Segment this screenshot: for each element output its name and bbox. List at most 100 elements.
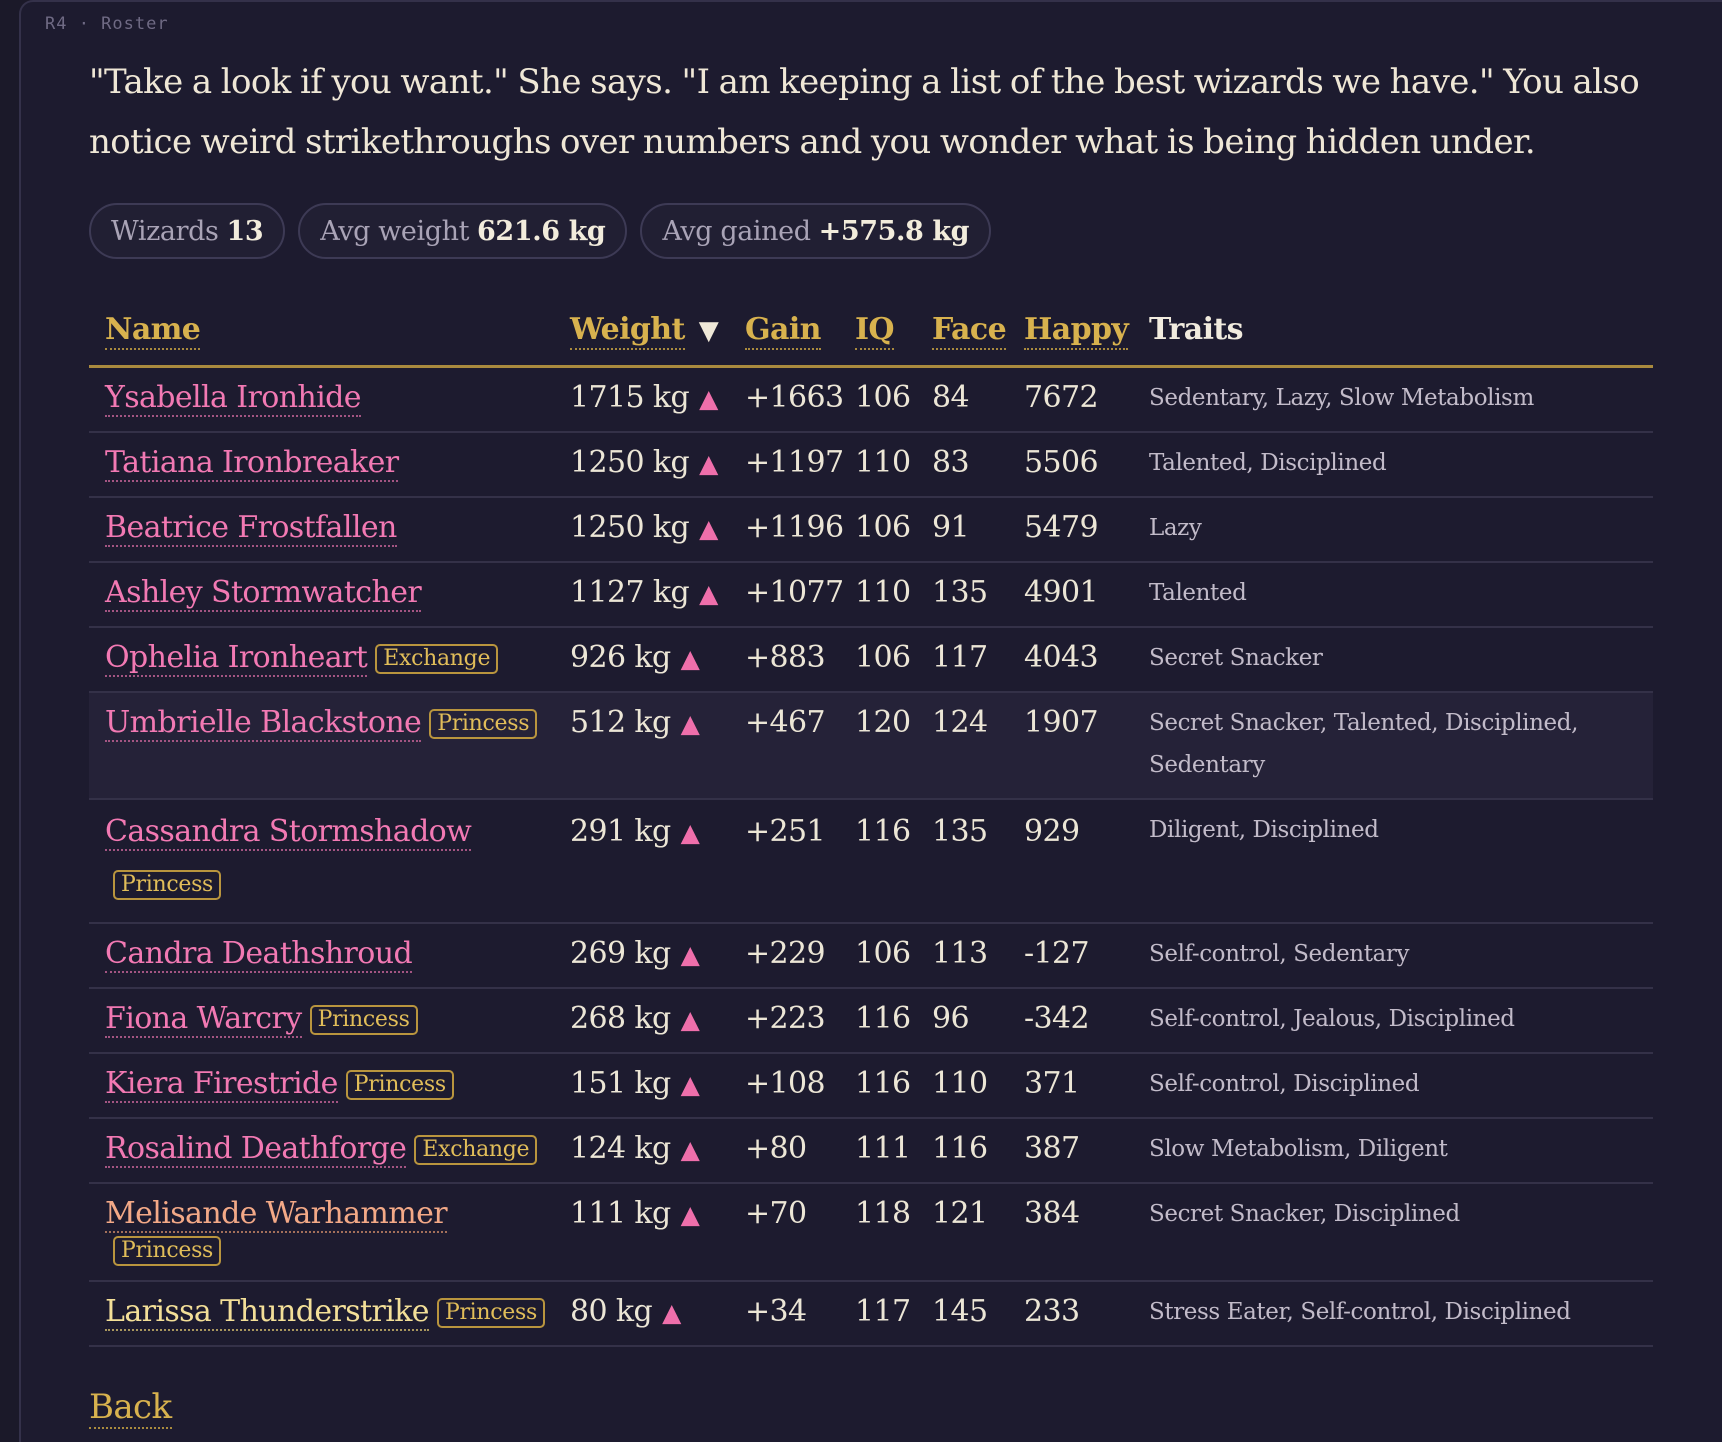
- weight-value: 1127 kg: [570, 575, 690, 610]
- weight-cell: 291 kg ▲: [554, 799, 729, 924]
- sort-descending-icon: ▼: [698, 315, 719, 346]
- weight-value: 291 kg: [570, 814, 671, 849]
- column-header-name[interactable]: Name: [89, 293, 554, 368]
- weight-cell: 269 kg ▲: [554, 923, 729, 989]
- happy-cell: 4901: [1008, 562, 1133, 628]
- face-cell: 83: [916, 432, 1008, 498]
- weight-cell: 1250 kg ▲: [554, 497, 729, 563]
- happy-value: -342: [1024, 1001, 1090, 1036]
- weight-value: 80 kg: [570, 1294, 653, 1329]
- table-row: Umbrielle Blackstone Princess 512 kg ▲ +467 1…: [89, 692, 1653, 800]
- triangle-up-icon: ▲: [699, 449, 718, 478]
- iq-value: 111: [855, 1131, 911, 1166]
- column-header-iq[interactable]: IQ: [839, 293, 916, 368]
- happy-value: 387: [1024, 1131, 1080, 1166]
- wizard-name-link[interactable]: Tatiana Ironbreaker: [105, 445, 399, 482]
- table-row: Cassandra Stormshadow Princess 291 kg ▲ +251…: [89, 799, 1653, 924]
- gain-value: +108: [745, 1066, 826, 1101]
- wizard-name-link[interactable]: Melisande Warhammer: [105, 1196, 448, 1233]
- iq-value: 116: [855, 1066, 911, 1101]
- iq-cell: 118: [839, 1183, 916, 1282]
- face-value: 110: [932, 1066, 988, 1101]
- traits-cell: Self-control, Jealous, Disciplined: [1133, 988, 1653, 1054]
- happy-cell: -127: [1008, 923, 1133, 989]
- gain-cell: +229: [729, 923, 839, 989]
- wizard-name-cell: Umbrielle Blackstone Princess: [89, 692, 554, 800]
- table-header-row: Name Weight ▼ Gain IQ Face Happy Traits: [89, 293, 1653, 368]
- table-row: Candra Deathshroud 269 kg ▲ +229 106 113 -127 S…: [89, 923, 1653, 989]
- happy-cell: 387: [1008, 1118, 1133, 1184]
- iq-cell: 106: [839, 627, 916, 693]
- face-value: 124: [932, 705, 988, 740]
- weight-value: 111 kg: [570, 1196, 671, 1231]
- table-row: Larissa Thunderstrike Princess 80 kg ▲ +34 11…: [89, 1281, 1653, 1347]
- happy-cell: 5506: [1008, 432, 1133, 498]
- wizard-name-link[interactable]: Kiera Firestride: [105, 1066, 338, 1103]
- gain-cell: +70: [729, 1183, 839, 1282]
- column-header-happy[interactable]: Happy: [1008, 293, 1133, 368]
- wizard-name-cell: Melisande WarhammerPrincess: [89, 1183, 554, 1282]
- triangle-up-icon: ▲: [699, 514, 718, 543]
- weight-value: 268 kg: [570, 1001, 671, 1036]
- column-header-gain[interactable]: Gain: [729, 293, 839, 368]
- gain-value: +1077: [745, 575, 844, 610]
- stat-avg-weight: Avg weight 621.6 kg: [298, 203, 628, 259]
- wizard-name-link[interactable]: Ophelia Ironheart: [105, 640, 368, 677]
- wizard-name-link[interactable]: Cassandra Stormshadow: [105, 814, 472, 851]
- iq-value: 106: [855, 936, 911, 971]
- happy-cell: 233: [1008, 1281, 1133, 1347]
- wizard-name-cell: Cassandra Stormshadow Princess: [89, 799, 554, 924]
- gain-cell: +1197: [729, 432, 844, 498]
- happy-value: 5506: [1024, 445, 1099, 480]
- column-header-traits: Traits: [1133, 293, 1653, 368]
- table-row: Ysabella Ironhide 1715 kg ▲ +1663 106 84 7672 S…: [89, 366, 1653, 433]
- weight-cell: 111 kg ▲: [554, 1183, 729, 1282]
- face-value: 83: [932, 445, 970, 480]
- face-value: 121: [932, 1196, 988, 1231]
- weight-value: 269 kg: [570, 936, 671, 971]
- role-badge: Princess: [345, 1070, 454, 1100]
- wizard-name-link[interactable]: Ashley Stormwatcher: [105, 575, 422, 612]
- face-cell: 84: [916, 366, 1008, 433]
- back-link[interactable]: Back: [89, 1387, 172, 1429]
- iq-value: 117: [855, 1294, 911, 1329]
- traits-cell: Slow Metabolism, Diligent: [1133, 1118, 1653, 1184]
- triangle-up-icon: ▲: [699, 579, 718, 608]
- wizard-name-cell: Candra Deathshroud: [89, 923, 554, 989]
- gain-value: +467: [745, 705, 826, 740]
- triangle-up-icon: ▲: [699, 384, 718, 413]
- wizard-name-link[interactable]: Fiona Warcry: [105, 1001, 302, 1038]
- weight-value: 1250 kg: [570, 510, 690, 545]
- wizard-name-cell: Larissa Thunderstrike Princess: [89, 1281, 554, 1347]
- wizard-name-link[interactable]: Rosalind Deathforge: [105, 1131, 407, 1168]
- triangle-up-icon: ▲: [680, 940, 700, 969]
- iq-cell: 120: [839, 692, 916, 800]
- gain-cell: +1663: [729, 366, 844, 433]
- traits-cell: Talented, Disciplined: [1133, 432, 1653, 498]
- face-cell: 113: [916, 923, 1008, 989]
- gain-value: +1663: [745, 380, 844, 415]
- roster-panel: R4 · Roster "Take a look if you want." S…: [19, 0, 1722, 1442]
- stat-value: +575.8 kg: [818, 215, 970, 247]
- gain-cell: +34: [729, 1281, 839, 1347]
- iq-value: 120: [855, 705, 911, 740]
- wizard-name-link[interactable]: Beatrice Frostfallen: [105, 510, 397, 547]
- wizard-name-link[interactable]: Ysabella Ironhide: [105, 380, 362, 417]
- traits-cell: Sedentary, Lazy, Slow Metabolism: [1133, 366, 1653, 433]
- wizard-name-link[interactable]: Candra Deathshroud: [105, 936, 413, 973]
- column-header-weight[interactable]: Weight ▼: [554, 293, 729, 368]
- role-badge: Princess: [113, 1236, 222, 1266]
- wizard-name-link[interactable]: Larissa Thunderstrike: [105, 1294, 430, 1331]
- gain-value: +80: [745, 1131, 807, 1166]
- weight-cell: 926 kg ▲: [554, 627, 729, 693]
- iq-cell: 111: [839, 1118, 916, 1184]
- column-header-face[interactable]: Face: [916, 293, 1008, 368]
- happy-cell: 7672: [1008, 366, 1133, 433]
- stat-label: Avg weight: [320, 215, 470, 247]
- happy-value: 384: [1024, 1196, 1080, 1231]
- wizard-name-link[interactable]: Umbrielle Blackstone: [105, 705, 422, 742]
- weight-value: 1250 kg: [570, 445, 690, 480]
- face-cell: 117: [916, 627, 1008, 693]
- table-row: Rosalind Deathforge Exchange 124 kg ▲ +80 111…: [89, 1118, 1653, 1184]
- face-value: 91: [932, 510, 970, 545]
